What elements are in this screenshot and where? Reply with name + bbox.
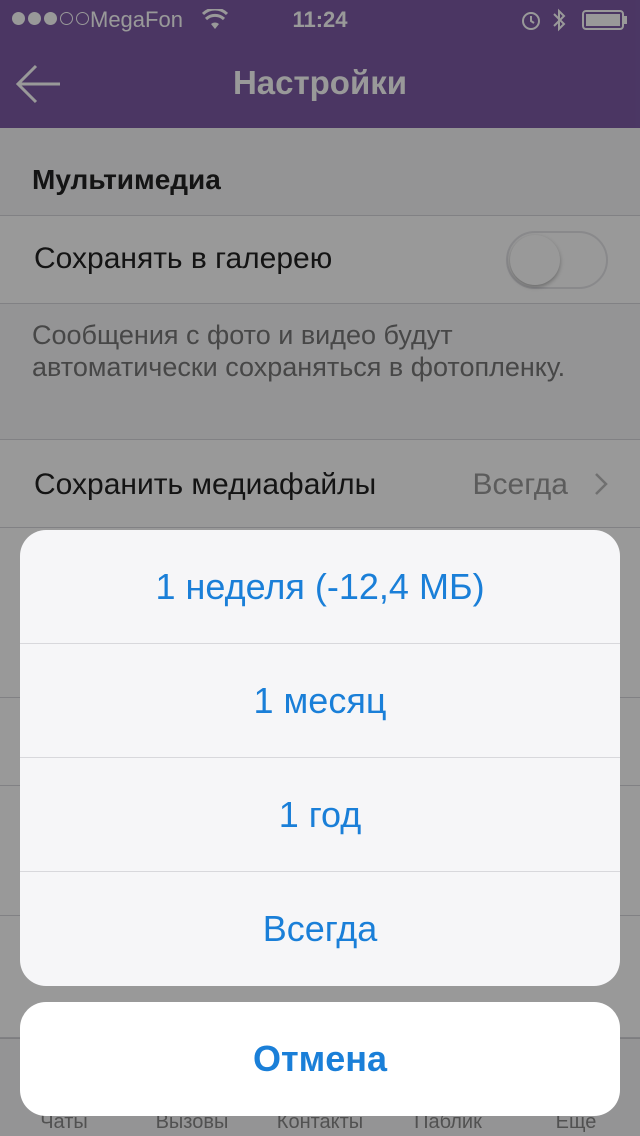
option-always[interactable]: Всегда xyxy=(20,872,620,986)
option-1-year[interactable]: 1 год xyxy=(20,758,620,872)
action-sheet: 1 неделя (-12,4 МБ) 1 месяц 1 год Всегда xyxy=(20,530,620,986)
option-1-week[interactable]: 1 неделя (-12,4 МБ) xyxy=(20,530,620,644)
cancel-button[interactable]: Отмена xyxy=(20,1002,620,1116)
option-1-month[interactable]: 1 месяц xyxy=(20,644,620,758)
